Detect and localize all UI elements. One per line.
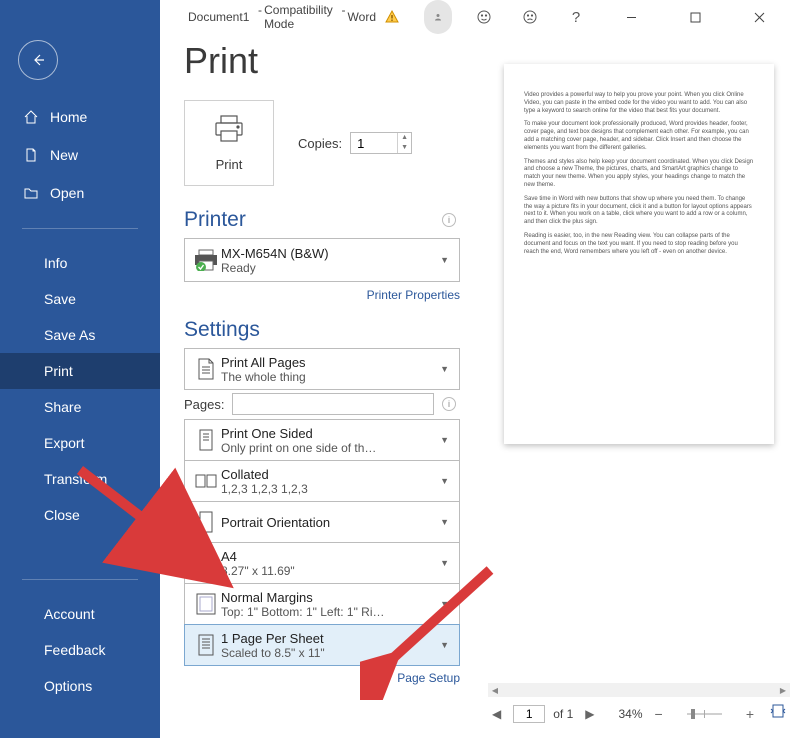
portrait-icon xyxy=(191,510,221,534)
settings-section-title: Settings xyxy=(184,318,460,342)
nav-options[interactable]: Options xyxy=(0,668,160,704)
minimize-button[interactable] xyxy=(608,0,654,34)
document-icon xyxy=(191,357,221,381)
printer-info-icon[interactable]: i xyxy=(442,213,456,227)
app-name: Word xyxy=(348,10,376,24)
chevron-down-icon: ▼ xyxy=(436,517,453,527)
nav-transform[interactable]: Transform xyxy=(0,461,160,497)
zoom-thumb[interactable] xyxy=(691,709,695,719)
scroll-right-button[interactable]: ▶ xyxy=(776,683,790,697)
page-setup-link[interactable]: Page Setup xyxy=(184,671,460,685)
open-icon xyxy=(22,184,40,202)
nav-share[interactable]: Share xyxy=(0,389,160,425)
printer-status: Ready xyxy=(221,261,436,275)
compat-mode: Compatibility Mode xyxy=(264,3,333,31)
account-icon[interactable] xyxy=(424,0,452,34)
nav-open[interactable]: Open xyxy=(0,174,160,212)
warning-icon[interactable] xyxy=(378,0,406,34)
collated-icon xyxy=(191,471,221,491)
prev-page-button[interactable]: ◀ xyxy=(488,705,505,723)
nav-print[interactable]: Print xyxy=(0,353,160,389)
printer-icon xyxy=(212,114,246,149)
preview-page: Video provides a powerful way to help yo… xyxy=(504,64,774,444)
frown-icon[interactable] xyxy=(516,0,544,34)
copies-down[interactable]: ▼ xyxy=(398,143,411,153)
zoom-in-button[interactable]: + xyxy=(742,706,758,722)
paper-icon xyxy=(191,551,221,575)
margins-dropdown[interactable]: Normal Margins Top: 1" Bottom: 1" Left: … xyxy=(184,583,460,625)
chevron-down-icon: ▼ xyxy=(436,599,453,609)
paper-size-dropdown[interactable]: A4 8.27" x 11.69" ▼ xyxy=(184,542,460,584)
scroll-left-button[interactable]: ◀ xyxy=(488,683,502,697)
chevron-down-icon: ▼ xyxy=(436,476,453,486)
chevron-down-icon: ▼ xyxy=(436,364,453,374)
page-sheet-icon xyxy=(191,633,221,657)
nav-home[interactable]: Home xyxy=(0,98,160,136)
printer-dropdown[interactable]: MX-M654N (B&W) Ready ▼ xyxy=(184,238,460,282)
printer-name: MX-M654N (B&W) xyxy=(221,246,436,261)
fit-page-button[interactable] xyxy=(766,703,790,724)
print-preview: Video provides a powerful way to help yo… xyxy=(488,54,790,677)
chevron-down-icon: ▼ xyxy=(436,558,453,568)
copies-input[interactable]: ▲ ▼ xyxy=(350,132,412,154)
collated-dropdown[interactable]: Collated 1,2,3 1,2,3 1,2,3 ▼ xyxy=(184,460,460,502)
sided-dropdown[interactable]: Print One Sided Only print on one side o… xyxy=(184,419,460,461)
chevron-down-icon: ▼ xyxy=(436,435,453,445)
copies-up[interactable]: ▲ xyxy=(398,133,411,143)
nav-save[interactable]: Save xyxy=(0,281,160,317)
nav-info[interactable]: Info xyxy=(0,245,160,281)
maximize-button[interactable] xyxy=(672,0,718,34)
printer-properties-link[interactable]: Printer Properties xyxy=(184,288,460,302)
pages-label: Pages: xyxy=(184,397,224,412)
nav-new[interactable]: New xyxy=(0,136,160,174)
one-sided-icon xyxy=(191,428,221,452)
page-number-input[interactable] xyxy=(513,705,545,723)
scrollbar-horizontal[interactable] xyxy=(502,683,776,697)
orientation-dropdown[interactable]: Portrait Orientation ▼ xyxy=(184,501,460,543)
copies-label: Copies: xyxy=(298,136,342,151)
chevron-down-icon: ▼ xyxy=(436,640,453,650)
zoom-slider[interactable] xyxy=(687,713,722,715)
print-button[interactable]: Print xyxy=(184,100,274,186)
pages-info-icon[interactable]: i xyxy=(442,397,456,411)
pages-per-sheet-dropdown[interactable]: 1 Page Per Sheet Scaled to 8.5" x 11" ▼ xyxy=(184,624,460,666)
pages-input[interactable] xyxy=(232,393,434,415)
chevron-down-icon: ▼ xyxy=(436,255,453,265)
new-icon xyxy=(22,146,40,164)
nav-new-label: New xyxy=(50,147,78,163)
printer-section-title: Printer xyxy=(184,208,246,232)
home-icon xyxy=(22,108,40,126)
help-icon[interactable]: ? xyxy=(562,0,590,34)
zoom-percent: 34% xyxy=(618,707,642,721)
page-title: Print xyxy=(184,40,460,82)
nav-home-label: Home xyxy=(50,109,87,125)
nav-close[interactable]: Close xyxy=(0,497,160,533)
next-page-button[interactable]: ▶ xyxy=(581,705,598,723)
titlebar: Document1 - Compatibility Mode - Word ? xyxy=(160,0,798,34)
print-pages-dropdown[interactable]: Print All Pages The whole thing ▼ xyxy=(184,348,460,390)
page-count-label: of 1 xyxy=(553,707,573,721)
nav-saveas[interactable]: Save As xyxy=(0,317,160,353)
doc-name: Document1 xyxy=(188,10,249,24)
back-button[interactable] xyxy=(18,40,58,80)
close-button[interactable] xyxy=(736,0,782,34)
nav-account[interactable]: Account xyxy=(0,596,160,632)
nav-export[interactable]: Export xyxy=(0,425,160,461)
zoom-out-button[interactable]: − xyxy=(651,706,667,722)
nav-open-label: Open xyxy=(50,185,84,201)
smile-icon[interactable] xyxy=(470,0,498,34)
printer-status-icon xyxy=(191,249,221,271)
nav-feedback[interactable]: Feedback xyxy=(0,632,160,668)
margins-icon xyxy=(191,592,221,616)
print-button-label: Print xyxy=(216,157,243,172)
